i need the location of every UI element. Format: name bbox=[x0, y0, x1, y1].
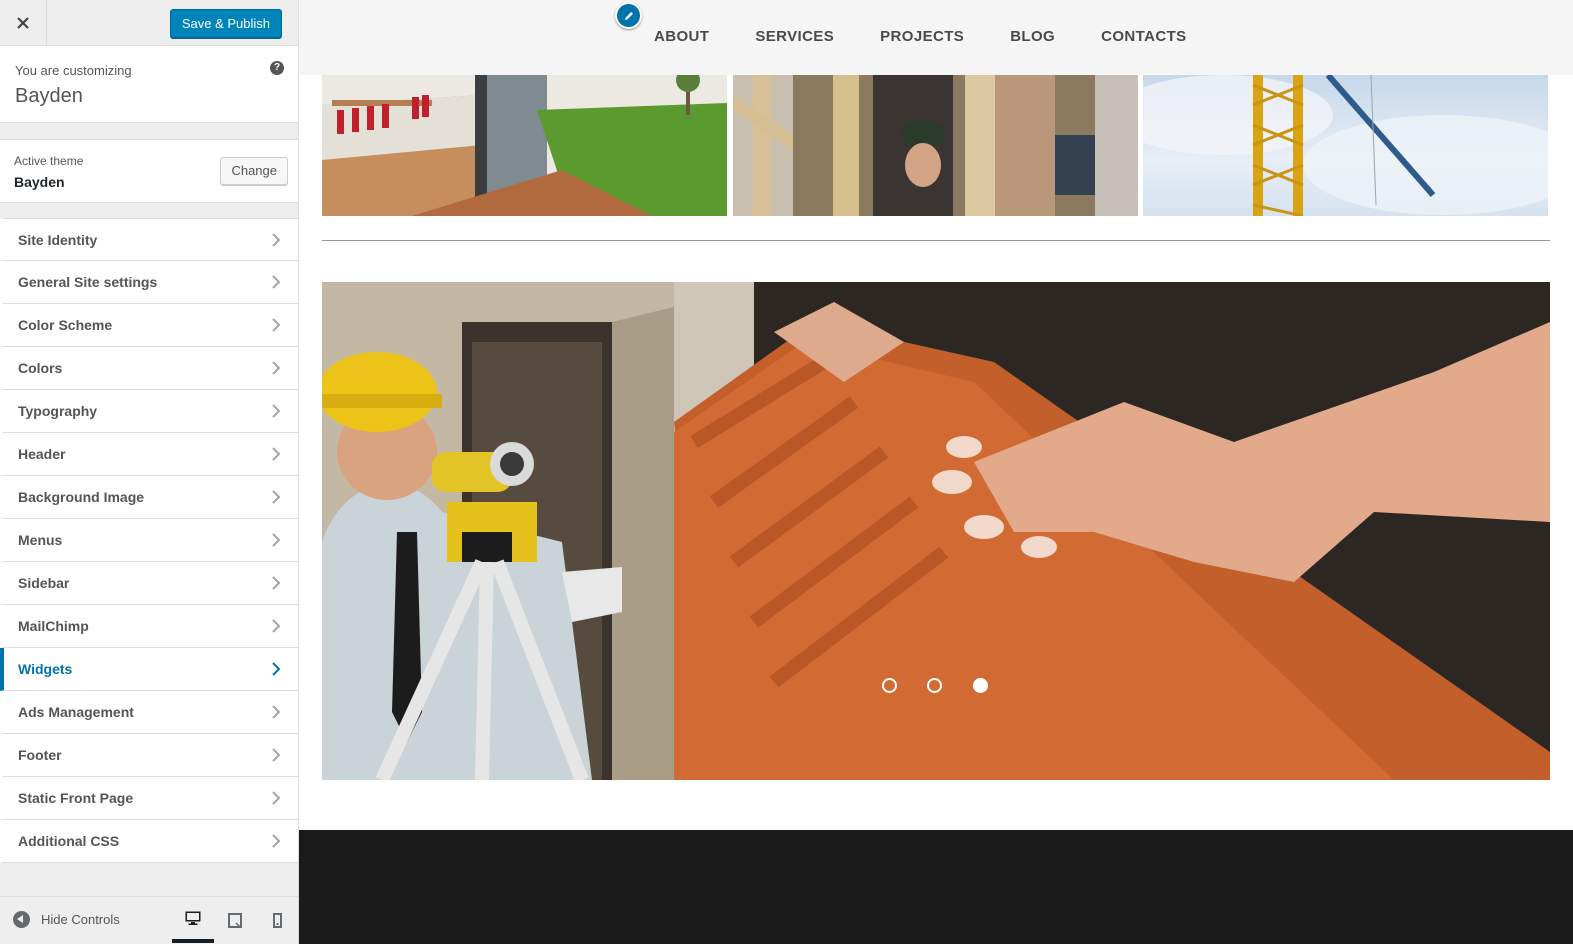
site-footer bbox=[299, 830, 1573, 944]
hide-controls-label: Hide Controls bbox=[41, 912, 120, 927]
section-sidebar[interactable]: Sidebar bbox=[0, 562, 298, 605]
section-site-identity[interactable]: Site Identity bbox=[0, 218, 298, 261]
customizer-header: Save & Publish bbox=[0, 0, 298, 46]
section-label: Widgets bbox=[18, 661, 73, 677]
active-theme-name: Bayden bbox=[14, 174, 65, 190]
section-additional-css[interactable]: Additional CSS bbox=[0, 820, 298, 863]
section-label: Footer bbox=[18, 747, 62, 763]
section-label: General Site settings bbox=[18, 274, 158, 290]
site-preview: ABOUT SERVICES PROJECTS BLOG CONTACTS bbox=[299, 0, 1573, 944]
section-label: Static Front Page bbox=[18, 790, 134, 806]
chevron-right-icon bbox=[268, 661, 284, 677]
help-icon[interactable]: ? bbox=[270, 61, 284, 75]
section-mailchimp[interactable]: MailChimp bbox=[0, 605, 298, 648]
chevron-right-icon bbox=[268, 618, 284, 634]
section-label: Color Scheme bbox=[18, 317, 113, 333]
site-navigation: ABOUT SERVICES PROJECTS BLOG CONTACTS bbox=[299, 0, 1573, 75]
chevron-right-icon bbox=[268, 274, 284, 290]
section-label: Header bbox=[18, 446, 66, 462]
hide-controls-button[interactable]: Hide Controls bbox=[13, 911, 120, 928]
customizer-sections: Site Identity General Site settings Color … bbox=[0, 218, 298, 863]
site-title: Bayden bbox=[15, 85, 83, 107]
section-divider bbox=[322, 240, 1550, 241]
active-theme-label: Active theme bbox=[14, 154, 84, 168]
hero-slider bbox=[322, 282, 1550, 780]
main-menu: ABOUT SERVICES PROJECTS BLOG CONTACTS bbox=[654, 28, 1233, 45]
tablet-icon[interactable] bbox=[214, 897, 256, 943]
section-menus[interactable]: Menus bbox=[0, 519, 298, 562]
chevron-right-icon bbox=[268, 790, 284, 806]
section-label: MailChimp bbox=[18, 618, 89, 634]
save-publish-button[interactable]: Save & Publish bbox=[169, 9, 282, 38]
slider-dot-3[interactable] bbox=[973, 678, 988, 693]
engineer-surveyor-photo bbox=[322, 282, 674, 780]
section-label: Background Image bbox=[18, 489, 145, 505]
customizing-label: You are customizing bbox=[15, 63, 132, 78]
nav-item-projects[interactable]: PROJECTS bbox=[880, 28, 964, 45]
nav-item-services[interactable]: SERVICES bbox=[755, 28, 834, 45]
chevron-right-icon bbox=[268, 747, 284, 763]
slider-dot-2[interactable] bbox=[927, 678, 942, 693]
chevron-right-icon bbox=[268, 575, 284, 591]
chevron-right-icon bbox=[268, 446, 284, 462]
section-footer[interactable]: Footer bbox=[0, 734, 298, 777]
mobile-icon[interactable] bbox=[256, 897, 298, 943]
nav-item-blog[interactable]: BLOG bbox=[1010, 28, 1055, 45]
crane-sky-photo bbox=[1143, 75, 1548, 216]
interior-photo bbox=[322, 75, 727, 216]
close-icon[interactable] bbox=[0, 0, 47, 46]
section-widgets[interactable]: Widgets bbox=[0, 648, 298, 691]
customizer-footer: Hide Controls bbox=[0, 896, 298, 944]
section-label: Typography bbox=[18, 403, 98, 419]
pencil-icon[interactable] bbox=[615, 2, 642, 29]
customizer-sidebar: Save & Publish You are customizing Bayde… bbox=[0, 0, 299, 944]
chevron-right-icon bbox=[268, 489, 284, 505]
section-label: Colors bbox=[18, 360, 63, 376]
section-label: Menus bbox=[18, 532, 63, 548]
slider-dot-1[interactable] bbox=[882, 678, 897, 693]
section-label: Additional CSS bbox=[18, 833, 120, 849]
chevron-right-icon bbox=[268, 232, 284, 248]
section-ads-management[interactable]: Ads Management bbox=[0, 691, 298, 734]
chevron-right-icon bbox=[268, 704, 284, 720]
section-typography[interactable]: Typography bbox=[0, 390, 298, 433]
chevron-right-icon bbox=[268, 317, 284, 333]
nav-item-about[interactable]: ABOUT bbox=[654, 28, 709, 45]
section-static-front-page[interactable]: Static Front Page bbox=[0, 777, 298, 820]
chevron-right-icon bbox=[268, 833, 284, 849]
chevron-right-icon bbox=[268, 403, 284, 419]
section-header[interactable]: Header bbox=[0, 433, 298, 476]
carpenter-drill-photo bbox=[733, 75, 1138, 216]
section-label: Sidebar bbox=[18, 575, 70, 591]
section-general-site-settings[interactable]: General Site settings bbox=[0, 261, 298, 304]
roof-tile-hands-photo bbox=[674, 282, 1550, 780]
chevron-right-icon bbox=[268, 360, 284, 376]
section-color-scheme[interactable]: Color Scheme bbox=[0, 304, 298, 347]
section-colors[interactable]: Colors bbox=[0, 347, 298, 390]
nav-item-contacts[interactable]: CONTACTS bbox=[1101, 28, 1186, 45]
section-label: Site Identity bbox=[18, 232, 98, 248]
active-theme-panel: Active theme Bayden Change bbox=[0, 139, 298, 203]
desktop-icon[interactable] bbox=[172, 897, 214, 943]
collapse-icon bbox=[13, 911, 30, 928]
section-label: Ads Management bbox=[18, 704, 134, 720]
chevron-right-icon bbox=[268, 532, 284, 548]
change-theme-button[interactable]: Change bbox=[220, 157, 288, 185]
customizer-info: You are customizing Bayden ? bbox=[0, 46, 298, 123]
section-background-image[interactable]: Background Image bbox=[0, 476, 298, 519]
